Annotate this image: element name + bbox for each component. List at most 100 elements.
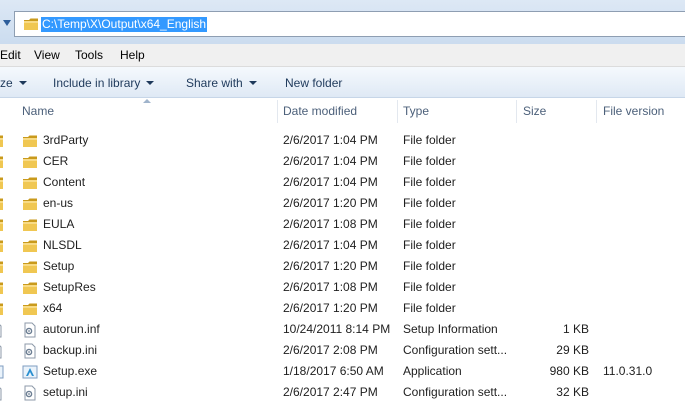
file-row[interactable]: x64 2/6/2017 1:20 PM File folder	[0, 298, 685, 319]
file-name: CER	[43, 154, 69, 168]
folder-icon	[23, 177, 37, 189]
column-header-date[interactable]: Date modified	[283, 98, 357, 125]
file-row[interactable]: Setup.exe 1/18/2017 6:50 AM Application 980…	[0, 361, 685, 382]
file-version	[603, 172, 683, 193]
column-divider[interactable]	[516, 100, 517, 123]
file-name: Setup.exe	[43, 364, 98, 378]
chevron-down-icon	[146, 81, 155, 85]
file-size: 980 KB	[549, 364, 589, 378]
column-header-type[interactable]: Type	[403, 98, 429, 125]
file-name: Content	[43, 175, 86, 189]
include-in-library-button[interactable]: Include in library	[53, 75, 155, 91]
folder-icon	[0, 282, 3, 294]
new-folder-button[interactable]: New folder	[285, 75, 342, 91]
file-name: SetupRes	[43, 280, 96, 294]
file-row[interactable]: backup.ini 2/6/2017 2:08 PM Configuration …	[0, 340, 685, 361]
folder-icon	[0, 198, 3, 210]
file-type: File folder	[403, 280, 456, 294]
folder-icon	[0, 135, 3, 147]
file-type: File folder	[403, 133, 456, 147]
file-version	[603, 151, 683, 172]
folder-icon	[0, 240, 3, 252]
command-bar: ze Include in library Share with New fol…	[0, 67, 685, 98]
file-type: Configuration sett...	[403, 385, 508, 399]
file-row[interactable]: Setup 2/6/2017 1:20 PM File folder	[0, 256, 685, 277]
menu-help[interactable]: Help	[120, 47, 145, 63]
file-row[interactable]: CER 2/6/2017 1:04 PM File folder	[0, 151, 685, 172]
settings-file-icon	[0, 345, 2, 359]
file-version	[603, 193, 683, 214]
file-size: 29 KB	[556, 343, 589, 357]
menu-view[interactable]: View	[34, 47, 60, 63]
address-strip: C:\Temp\X\Output\x64_English	[0, 0, 685, 44]
application-icon	[22, 365, 38, 379]
file-size	[523, 151, 589, 172]
file-size	[523, 277, 589, 298]
file-row[interactable]: SetupRes 2/6/2017 1:08 PM File folder	[0, 277, 685, 298]
menu-bar: Edit View Tools Help	[0, 44, 685, 67]
file-date-modified: 2/6/2017 1:04 PM	[283, 154, 378, 168]
file-date-modified: 2/6/2017 1:20 PM	[283, 196, 378, 210]
file-size: 1 KB	[562, 322, 589, 336]
folder-icon	[0, 261, 3, 273]
file-row[interactable]: setup.ini 2/6/2017 2:47 PM Configuration s…	[0, 382, 685, 403]
column-header-name[interactable]: Name	[22, 98, 54, 125]
file-row[interactable]: 3rdParty 2/6/2017 1:04 PM File folder	[0, 130, 685, 151]
column-divider[interactable]	[277, 100, 278, 123]
folder-icon	[23, 240, 37, 252]
file-size	[523, 298, 589, 319]
share-with-button[interactable]: Share with	[186, 75, 257, 91]
settings-file-icon	[0, 324, 2, 338]
file-name: backup.ini	[43, 343, 98, 357]
file-type: Configuration sett...	[403, 343, 508, 357]
menu-edit[interactable]: Edit	[0, 47, 21, 63]
file-name: autorun.inf	[43, 322, 100, 336]
column-header-row: Name Date modified Type Size File versio…	[0, 98, 685, 125]
settings-file-icon	[0, 387, 2, 401]
file-row[interactable]: en-us 2/6/2017 1:20 PM File folder	[0, 193, 685, 214]
chevron-down-icon	[18, 81, 27, 85]
folder-icon	[23, 282, 37, 294]
file-type: File folder	[403, 175, 456, 189]
file-row[interactable]: autorun.inf 10/24/2011 8:14 PM Setup Infor…	[0, 319, 685, 340]
file-version	[603, 235, 683, 256]
folder-icon	[0, 219, 3, 231]
file-row[interactable]: EULA 2/6/2017 1:08 PM File folder	[0, 214, 685, 235]
address-bar[interactable]: C:\Temp\X\Output\x64_English	[14, 11, 685, 37]
file-date-modified: 10/24/2011 8:14 PM	[283, 322, 391, 336]
file-date-modified: 2/6/2017 1:20 PM	[283, 301, 378, 315]
settings-file-icon	[24, 322, 36, 338]
file-row[interactable]: Content 2/6/2017 1:04 PM File folder	[0, 172, 685, 193]
file-version	[603, 256, 683, 277]
back-dropdown-icon[interactable]	[2, 18, 12, 28]
file-row[interactable]: NLSDL 2/6/2017 1:04 PM File folder	[0, 235, 685, 256]
include-label: Include in library	[53, 76, 141, 90]
address-path[interactable]: C:\Temp\X\Output\x64_English	[41, 17, 208, 32]
folder-icon	[24, 18, 38, 30]
column-header-file-version[interactable]: File version	[603, 98, 664, 125]
file-size	[523, 193, 589, 214]
file-type: File folder	[403, 259, 456, 273]
file-date-modified: 2/6/2017 2:47 PM	[283, 385, 378, 399]
organize-label: ze	[0, 76, 13, 90]
file-version: 11.0.31.0	[603, 364, 653, 378]
file-date-modified: 1/18/2017 6:50 AM	[283, 364, 384, 378]
share-label: Share with	[186, 76, 243, 90]
column-divider[interactable]	[397, 100, 398, 123]
settings-file-icon	[24, 343, 36, 359]
file-size	[523, 130, 589, 151]
file-version	[603, 382, 683, 403]
file-date-modified: 2/6/2017 1:04 PM	[283, 238, 378, 252]
file-type: File folder	[403, 196, 456, 210]
file-version	[603, 277, 683, 298]
column-divider[interactable]	[596, 100, 597, 123]
file-size	[523, 172, 589, 193]
organize-button[interactable]: ze	[0, 75, 27, 91]
file-type: Setup Information	[403, 322, 498, 336]
application-icon	[0, 365, 4, 379]
file-size: 32 KB	[556, 385, 589, 399]
menu-tools[interactable]: Tools	[75, 47, 103, 63]
column-header-size[interactable]: Size	[523, 98, 546, 125]
file-version	[603, 214, 683, 235]
folder-icon	[23, 219, 37, 231]
